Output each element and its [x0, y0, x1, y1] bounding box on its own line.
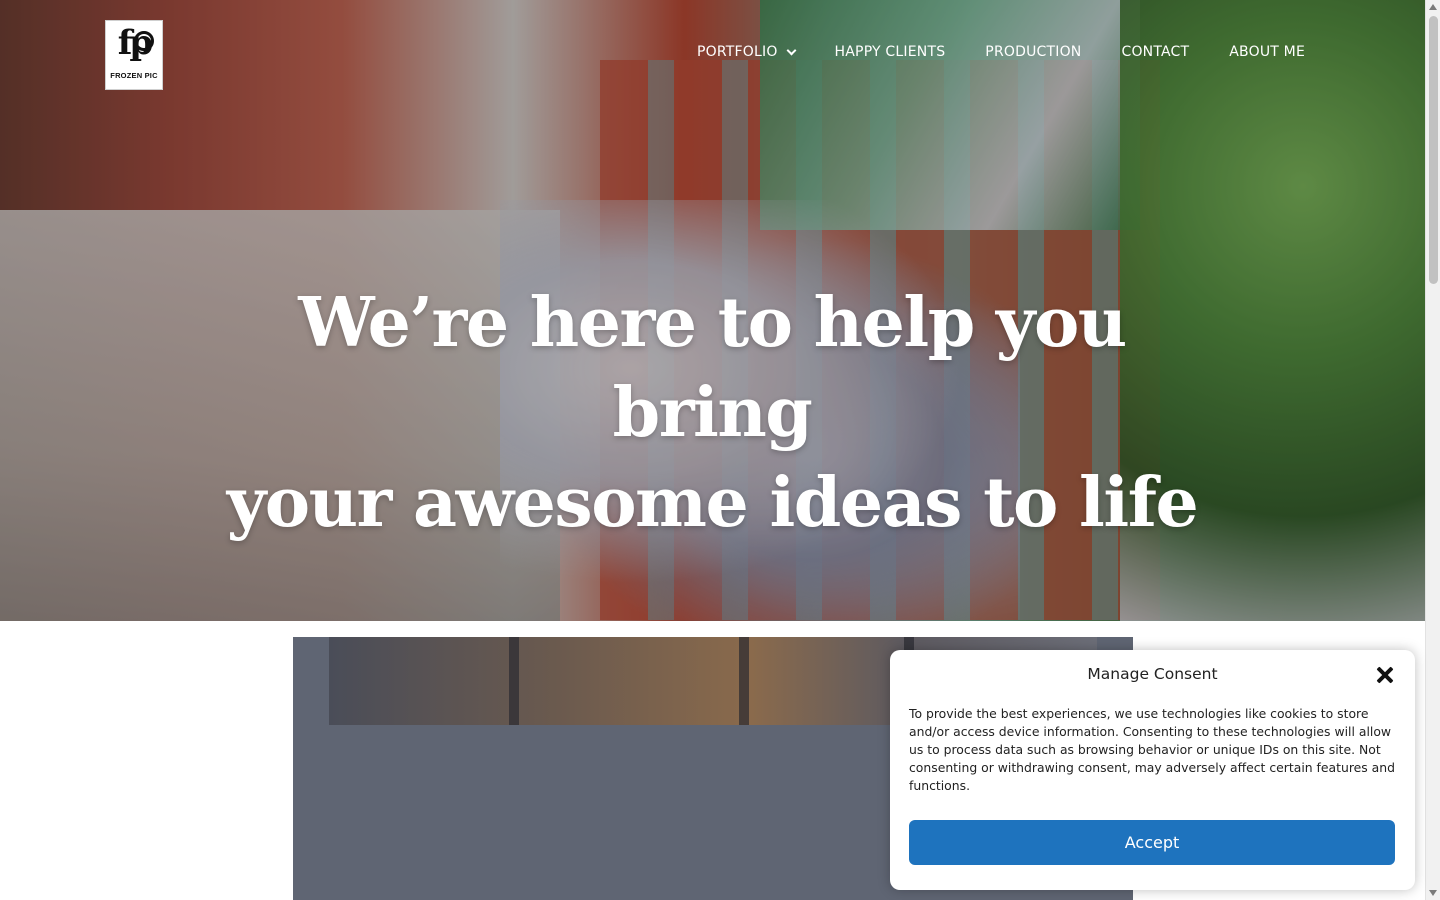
image-detail — [509, 637, 519, 725]
scrollbar-thumb[interactable] — [1429, 16, 1438, 284]
consent-dialog: Manage Consent To provide the best exper… — [890, 650, 1415, 890]
nav-item-portfolio[interactable]: PORTFOLIO — [697, 44, 796, 60]
image-detail — [739, 637, 749, 725]
page: fp FROZEN PIC PORTFOLIO HAPPY CLIENTS PR… — [0, 0, 1440, 900]
hero-headline: We’re here to help you bring your awesom… — [212, 278, 1212, 548]
nav-item-label: ABOUT ME — [1229, 44, 1305, 60]
logo-text: FROZEN PIC — [110, 71, 158, 80]
page-scrollbar[interactable] — [1425, 0, 1440, 900]
nav-item-production[interactable]: PRODUCTION — [985, 44, 1081, 60]
logo-mark: fp — [118, 25, 155, 61]
consent-description: To provide the best experiences, we use … — [909, 706, 1395, 793]
hero-headline-line-2: your awesome ideas to life — [226, 463, 1199, 543]
nav-item-label: PRODUCTION — [985, 44, 1082, 60]
site-logo[interactable]: fp FROZEN PIC — [105, 20, 163, 90]
hero-section: fp FROZEN PIC PORTFOLIO HAPPY CLIENTS PR… — [0, 0, 1425, 621]
accept-button[interactable]: Accept — [909, 820, 1395, 865]
nav-item-label: PORTFOLIO — [697, 44, 778, 60]
consent-title: Manage Consent — [1087, 665, 1218, 683]
close-icon[interactable] — [1375, 665, 1395, 685]
nav-item-contact[interactable]: CONTACT — [1121, 44, 1189, 60]
scroll-up-arrow-icon[interactable] — [1429, 4, 1437, 10]
hero-headline-line-1: We’re here to help you bring — [298, 283, 1127, 453]
chevron-down-icon — [786, 45, 796, 55]
nav-item-label: HAPPY CLIENTS — [834, 44, 946, 60]
nav-item-happy-clients[interactable]: HAPPY CLIENTS — [835, 44, 946, 60]
nav-item-about-me[interactable]: ABOUT ME — [1229, 44, 1305, 60]
scroll-down-arrow-icon[interactable] — [1429, 890, 1437, 896]
main-navigation: PORTFOLIO HAPPY CLIENTS PRODUCTION CONTA… — [697, 44, 1305, 60]
nav-item-label: CONTACT — [1121, 44, 1190, 60]
